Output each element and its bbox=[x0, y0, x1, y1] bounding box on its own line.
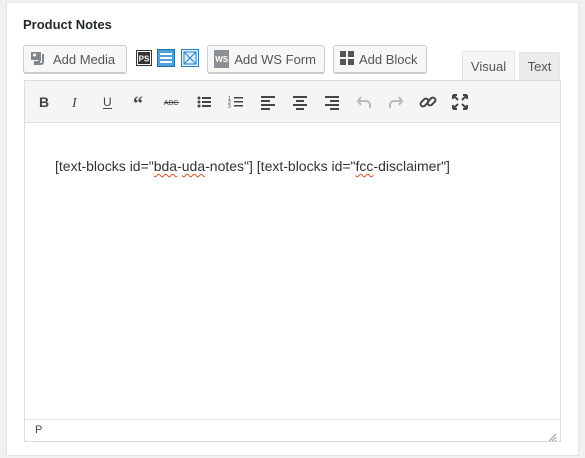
svg-text:“: “ bbox=[133, 94, 143, 110]
resize-handle-icon[interactable] bbox=[548, 429, 557, 442]
form-list-icon[interactable] bbox=[157, 49, 175, 67]
bold-icon[interactable]: B bbox=[31, 89, 57, 115]
underline-icon[interactable]: U bbox=[95, 89, 121, 115]
add-ws-form-button[interactable]: WS Add WS Form bbox=[207, 45, 325, 73]
content-text: -notes"] [text-blocks id=" bbox=[205, 158, 356, 174]
fullscreen-icon[interactable] bbox=[447, 89, 473, 115]
svg-text:3: 3 bbox=[228, 104, 231, 110]
align-center-icon[interactable] bbox=[287, 89, 313, 115]
align-left-icon[interactable] bbox=[255, 89, 281, 115]
editor-content[interactable]: [text-blocks id="bda-uda-notes"] [text-b… bbox=[55, 158, 450, 174]
italic-icon[interactable]: I bbox=[63, 89, 89, 115]
strikethrough-icon[interactable]: ABC bbox=[159, 89, 185, 115]
blockquote-icon[interactable]: “ bbox=[127, 89, 153, 115]
undo-icon[interactable] bbox=[351, 89, 377, 115]
blocks-grid-icon bbox=[340, 50, 354, 68]
add-media-button[interactable]: Add Media bbox=[23, 45, 127, 73]
editor-toolbar: B I U “ ABC 1 2 3 bbox=[25, 81, 560, 123]
numbered-list-icon[interactable]: 1 2 3 bbox=[223, 89, 249, 115]
content-text: -disclaimer"] bbox=[373, 158, 450, 174]
editor-statusbar: P bbox=[25, 419, 560, 442]
add-block-button[interactable]: Add Block bbox=[333, 45, 427, 73]
content-text: [text-blocks id=" bbox=[55, 158, 154, 174]
tab-visual[interactable]: Visual bbox=[462, 51, 515, 81]
link-icon[interactable] bbox=[415, 89, 441, 115]
misspelled-word: fcc bbox=[355, 158, 374, 174]
add-block-label: Add Block bbox=[359, 51, 418, 67]
image-placeholder-icon[interactable] bbox=[181, 49, 199, 67]
product-notes-metabox: Product Notes Add Media PS WS Add WS For… bbox=[6, 2, 579, 456]
svg-text:I: I bbox=[71, 96, 78, 110]
tab-text[interactable]: Text bbox=[519, 52, 560, 80]
misspelled-word: uda bbox=[181, 158, 206, 174]
align-right-icon[interactable] bbox=[319, 89, 345, 115]
editor-area: B I U “ ABC 1 2 3 [text-blocks id="bda-u… bbox=[24, 80, 561, 442]
svg-text:ABC: ABC bbox=[164, 100, 178, 107]
metabox-title: Product Notes bbox=[23, 17, 112, 32]
bullet-list-icon[interactable] bbox=[191, 89, 217, 115]
svg-text:B: B bbox=[39, 94, 49, 110]
add-ws-form-label: Add WS Form bbox=[234, 51, 316, 67]
redo-icon[interactable] bbox=[383, 89, 409, 115]
ps-badge-text: PS bbox=[139, 55, 150, 64]
ws-form-icon: WS bbox=[214, 50, 230, 68]
element-path[interactable]: P bbox=[35, 424, 42, 436]
ps-icon[interactable]: PS bbox=[135, 49, 153, 67]
add-media-label: Add Media bbox=[53, 51, 116, 67]
svg-text:U: U bbox=[103, 95, 112, 109]
media-icon bbox=[30, 49, 48, 70]
misspelled-word: bda bbox=[153, 158, 178, 174]
